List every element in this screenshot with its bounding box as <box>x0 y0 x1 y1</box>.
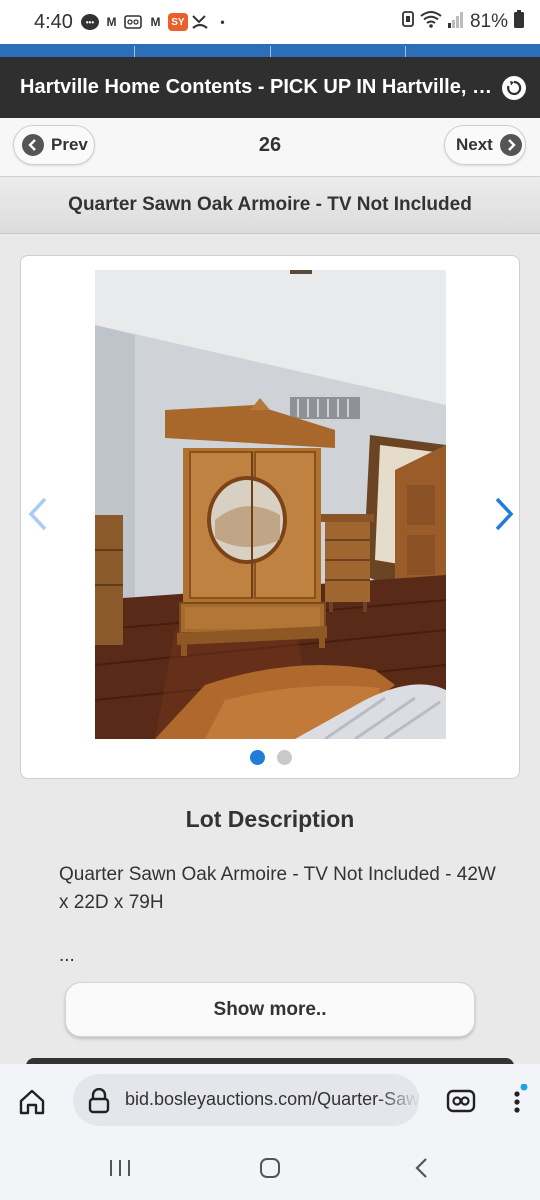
nav-divider <box>270 46 271 57</box>
browser-toolbar: bid.bosleyauctions.com/Quarter-Sawn-Oak-… <box>0 1064 540 1137</box>
chevron-right-icon <box>499 134 522 156</box>
description-ellipsis: ... <box>59 945 75 966</box>
carousel-prev-arrow[interactable] <box>25 496 51 532</box>
wifi-icon <box>420 10 442 34</box>
voicemail-icon <box>124 13 143 32</box>
status-bar: 4:40 ••• M M SY • 81% <box>0 0 540 44</box>
carousel-next-arrow[interactable] <box>491 496 517 532</box>
back-nav-icon[interactable] <box>412 1157 432 1184</box>
chevron-left-icon <box>28 497 47 531</box>
carousel-dot-1[interactable] <box>250 750 265 765</box>
nav-divider <box>405 46 406 57</box>
lot-description-heading: Lot Description <box>185 806 355 832</box>
url-text: bid.bosleyauctions.com/Quarter-Sawn-Oak-… <box>125 1089 419 1109</box>
carousel-dots <box>21 750 521 765</box>
battery-percent: 81% <box>469 11 508 32</box>
gmail-icon: M <box>150 15 161 29</box>
armoire-photo-image <box>95 270 446 739</box>
carousel-dot-2[interactable] <box>277 750 292 765</box>
missed-call-icon <box>191 13 210 32</box>
refresh-button[interactable] <box>502 76 526 100</box>
lot-description-text: Quarter Sawn Oak Armoire - TV Not Includ… <box>59 864 496 913</box>
lot-photo[interactable] <box>95 270 446 739</box>
chevron-right-icon <box>495 497 514 531</box>
url-fade <box>379 1074 419 1126</box>
lock-icon[interactable] <box>88 1087 110 1114</box>
next-label: Next <box>456 135 493 154</box>
notification-icons: ••• M M SY • <box>80 13 232 32</box>
status-time: 4:40 <box>34 10 73 33</box>
more-notifications-dot-icon: • <box>220 15 225 29</box>
recent-apps-icon[interactable] <box>108 1157 132 1184</box>
system-navigation-bar <box>0 1137 540 1200</box>
gmail-icon: M <box>106 15 117 29</box>
home-icon[interactable] <box>17 1088 47 1116</box>
refresh-arrow-icon <box>507 80 522 96</box>
nfc-icon <box>402 10 414 34</box>
battery-icon <box>514 10 524 34</box>
lot-title-bar: Quarter Sawn Oak Armoire - TV Not Includ… <box>0 176 540 234</box>
address-bar[interactable]: bid.bosleyauctions.com/Quarter-Sawn-Oak-… <box>73 1074 419 1126</box>
nav-divider <box>134 46 135 57</box>
next-button[interactable]: Next <box>444 125 526 165</box>
tabs-icon[interactable] <box>446 1088 476 1114</box>
page-title: Hartville Home Contents - PICK UP IN Har… <box>20 76 496 98</box>
sy-app-icon: SY <box>167 13 188 31</box>
lot-title: Quarter Sawn Oak Armoire - TV Not Includ… <box>68 194 472 215</box>
app-header: Hartville Home Contents - PICK UP IN Har… <box>0 57 540 118</box>
signal-icon <box>447 10 464 34</box>
show-more-button[interactable]: Show more.. <box>65 982 475 1037</box>
lot-pager: Prev 26 Next <box>0 118 540 176</box>
more-menu-icon[interactable] <box>508 1083 528 1118</box>
home-nav-icon[interactable] <box>258 1157 282 1184</box>
message-bubble-icon: ••• <box>80 14 99 30</box>
image-carousel <box>20 255 520 779</box>
site-nav-strip[interactable] <box>0 44 540 57</box>
